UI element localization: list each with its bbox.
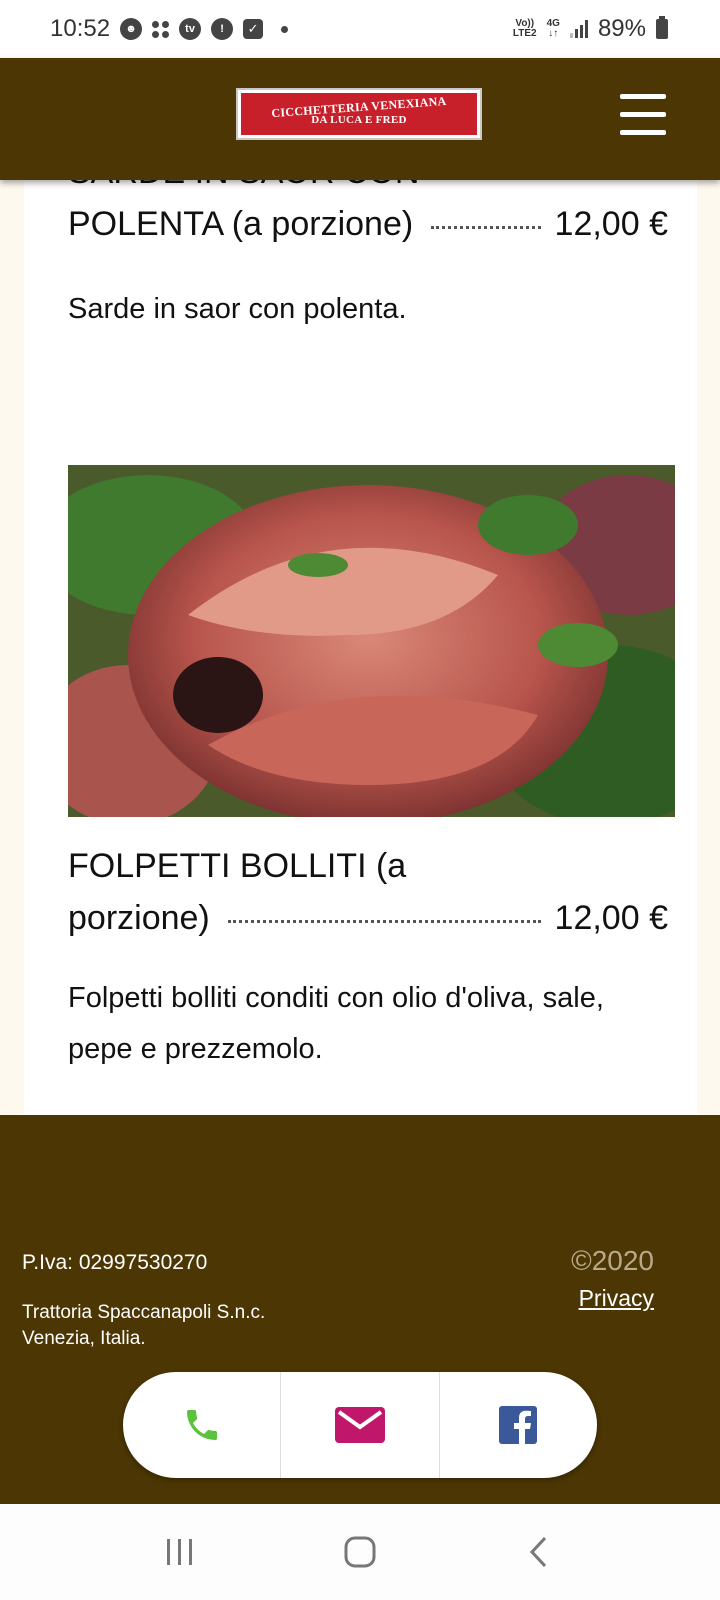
menu-item-description: Folpetti bolliti conditi con olio d'oliv… <box>68 982 604 1065</box>
menu-item-price: 12,00 € <box>554 205 668 243</box>
menu-item-price: 12,00 € <box>554 899 668 937</box>
logo-text: CICCHETTERIA VENEXIANA DA LUCA E FRED <box>241 93 477 135</box>
recent-apps-button[interactable] <box>150 1522 210 1582</box>
status-right: Vo)) LTE2 4G ↓↑ 89% <box>513 15 668 43</box>
menu-item-title-line1: FOLPETTI BOLLITI (a <box>68 847 407 885</box>
status-bar: 10:52 ☻ tv ! ✓ Vo)) LTE2 4G ↓↑ 89% <box>0 0 720 58</box>
face-icon: ☻ <box>120 18 143 40</box>
facebook-button[interactable] <box>438 1372 597 1478</box>
status-left: 10:52 ☻ tv ! ✓ <box>50 15 289 43</box>
email-button[interactable] <box>280 1372 438 1478</box>
octopus-photo-graphic <box>68 465 675 817</box>
contact-action-bar <box>123 1372 597 1478</box>
vat-number: P.Iva: 02997530270 <box>22 1251 208 1274</box>
menu-item-title: SARDE IN SAOR CON POLENTA (a porzione) 1… <box>68 180 668 250</box>
menu-content: SARDE IN SAOR CON POLENTA (a porzione) 1… <box>24 180 697 1115</box>
company-info: Trattoria Spaccanapoli S.n.c. Venezia, I… <box>22 1300 342 1352</box>
dot-icon <box>281 25 289 33</box>
menu-item-description: Sarde in saor con polenta. <box>68 293 407 325</box>
back-icon <box>529 1536 547 1568</box>
menu-item-title-end: POLENTA (a porzione) <box>68 205 414 243</box>
phone-icon <box>186 1410 217 1440</box>
signal-icon <box>569 20 588 38</box>
dotted-leader <box>227 920 541 923</box>
dots-icon <box>152 20 170 38</box>
battery-percent: 89% <box>597 15 646 42</box>
site-footer: P.Iva: 02997530270 Trattoria Spaccanapol… <box>0 1115 720 1504</box>
copyright: ©2020 <box>571 1245 654 1276</box>
menu-item-price-row: POLENTA (a porzione) 12,00 € <box>68 198 668 250</box>
hamburger-menu-icon[interactable] <box>620 94 666 136</box>
company-location: Venezia, Italia. <box>22 1328 146 1349</box>
menu-item-title: FOLPETTI BOLLITI (a porzione) 12,00 € <box>68 840 668 944</box>
menu-item-title-cut: SARDE IN SAOR CON <box>68 180 668 198</box>
dish-photo <box>68 465 675 817</box>
system-nav-bar <box>0 1504 720 1600</box>
battery-icon <box>656 16 668 39</box>
site-logo[interactable]: CICCHETTERIA VENEXIANA DA LUCA E FRED <box>236 88 482 140</box>
dotted-leader <box>431 226 541 229</box>
back-button[interactable] <box>510 1522 570 1582</box>
facebook-icon <box>499 1406 538 1444</box>
menu-item-price-row: porzione) 12,00 € <box>68 892 668 944</box>
menu-item-title-end: porzione) <box>68 899 210 937</box>
mail-icon <box>334 1407 385 1443</box>
site-header: CICCHETTERIA VENEXIANA DA LUCA E FRED <box>0 58 720 180</box>
tv-icon: tv <box>179 18 202 40</box>
status-time: 10:52 <box>50 15 111 42</box>
alert-icon: ! <box>211 18 234 40</box>
volte-indicator: Vo)) LTE2 <box>512 18 537 39</box>
network-type: 4G ↓↑ <box>546 18 560 39</box>
recent-apps-icon <box>167 1539 192 1565</box>
checkbox-icon: ✓ <box>243 19 264 39</box>
company-name: Trattoria Spaccanapoli S.n.c. <box>22 1302 266 1323</box>
home-button[interactable] <box>330 1522 390 1582</box>
privacy-link[interactable]: Privacy <box>579 1285 654 1312</box>
call-button[interactable] <box>123 1372 280 1478</box>
home-icon <box>344 1536 376 1568</box>
